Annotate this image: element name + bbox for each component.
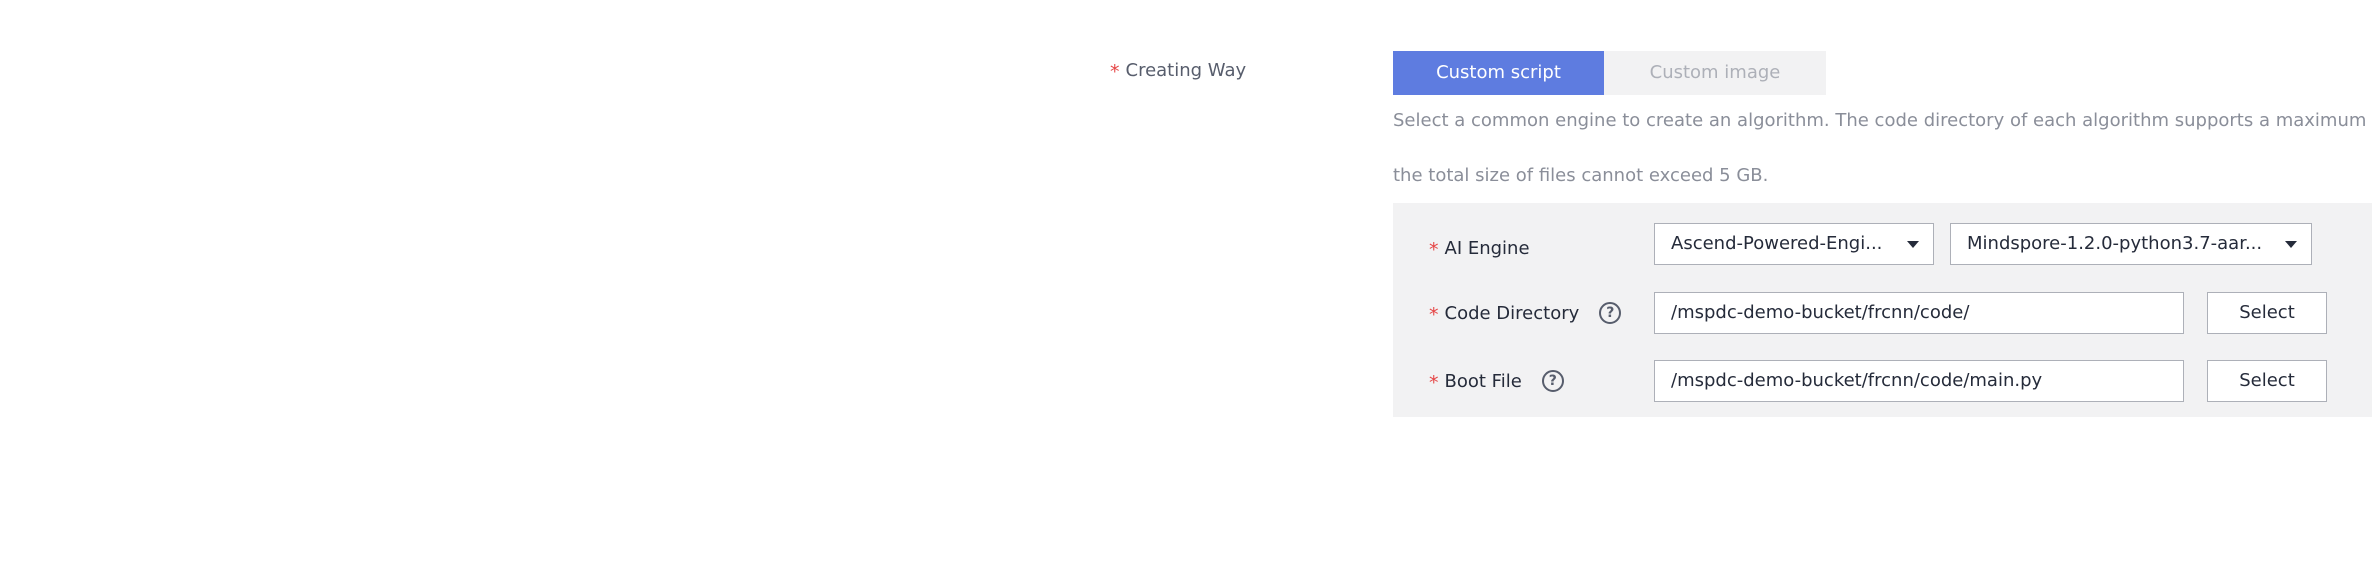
ai-engine-select[interactable]: Ascend-Powered-Engi... xyxy=(1654,223,1934,265)
ai-engine-label-text: AI Engine xyxy=(1444,237,1530,259)
creating-way-label-text: Creating Way xyxy=(1125,60,1247,81)
custom-script-tab[interactable]: Custom script xyxy=(1393,51,1604,95)
boot-file-label-text: Boot File xyxy=(1444,370,1522,392)
help-icon[interactable]: ? xyxy=(1599,302,1622,324)
boot-file-label: * Boot File ? xyxy=(1429,360,1564,402)
creating-way-label: * Creating Way xyxy=(1110,59,1247,83)
code-directory-input[interactable]: /mspdc-demo-bucket/frcnn/code/ xyxy=(1654,292,2184,334)
required-mark: * xyxy=(1429,304,1439,326)
ai-engine-label: * AI Engine xyxy=(1429,227,1530,269)
code-directory-label-text: Code Directory xyxy=(1444,302,1580,324)
code-directory-label: * Code Directory ? xyxy=(1429,292,1622,334)
help-icon[interactable]: ? xyxy=(1541,370,1564,392)
code-directory-select-button[interactable]: Select xyxy=(2207,292,2327,334)
boot-file-select-button[interactable]: Select xyxy=(2207,360,2327,402)
required-mark: * xyxy=(1110,61,1120,83)
engine-version-select[interactable]: Mindspore-1.2.0-python3.7-aar... xyxy=(1950,223,2312,265)
chevron-down-icon xyxy=(2285,241,2297,248)
engine-config-panel: * AI Engine Ascend-Powered-Engi... Mindsp… xyxy=(1393,203,2372,417)
ai-engine-select-value: Ascend-Powered-Engi... xyxy=(1671,233,1883,254)
creating-way-description-line-1: Select a common engine to create an algo… xyxy=(1393,110,2372,131)
required-mark: * xyxy=(1429,239,1439,261)
custom-image-tab[interactable]: Custom image xyxy=(1604,51,1826,95)
boot-file-input[interactable]: /mspdc-demo-bucket/frcnn/code/main.py xyxy=(1654,360,2184,402)
required-mark: * xyxy=(1429,372,1439,394)
chevron-down-icon xyxy=(1907,241,1919,248)
creating-way-description-line-2: the total size of files cannot exceed 5 … xyxy=(1393,165,1769,186)
engine-version-select-value: Mindspore-1.2.0-python3.7-aar... xyxy=(1967,233,2263,254)
